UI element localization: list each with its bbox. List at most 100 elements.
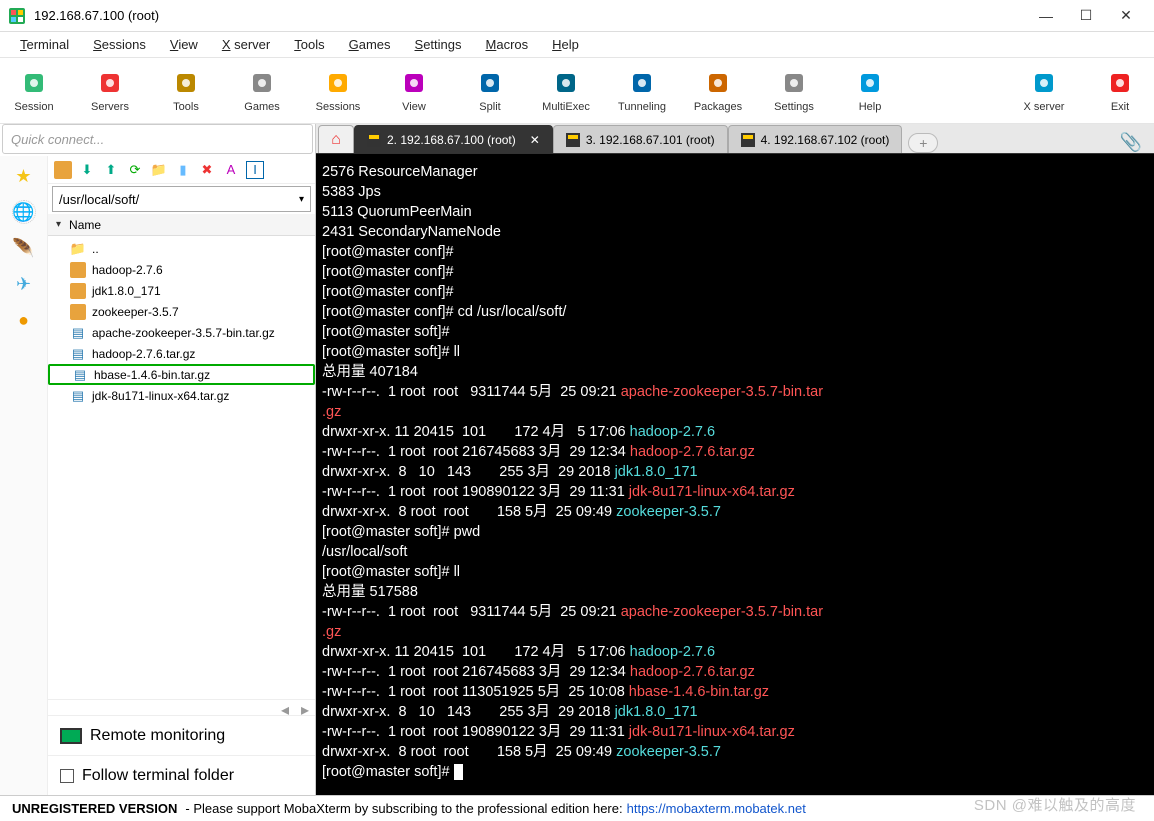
file-name: ..: [92, 242, 99, 256]
folder-icon: ▬: [70, 304, 86, 320]
globe-icon[interactable]: 🌐: [12, 200, 36, 224]
add-tab-button[interactable]: +: [908, 133, 938, 153]
collapse-arrow-icon: ▾: [56, 219, 61, 230]
terminal-text: jdk-8u171-linux-x64.tar.gz: [629, 484, 795, 500]
terminal-text: 总用量 407184: [322, 364, 418, 380]
delete-icon[interactable]: ✖: [198, 161, 216, 179]
menu-help[interactable]: Help: [540, 35, 591, 54]
servers-icon: [96, 69, 124, 97]
tool-settings[interactable]: Settings: [768, 69, 820, 113]
tool-view[interactable]: View: [388, 69, 440, 113]
terminal-text: [root@master soft]#: [322, 764, 454, 780]
info-icon[interactable]: A: [222, 161, 240, 179]
maximize-button[interactable]: ☐: [1066, 1, 1106, 31]
session-tabs: ⌂ 2. 192.168.67.100 (root) ✕ 3. 192.168.67.…: [316, 124, 1154, 154]
menu-view[interactable]: View: [158, 35, 210, 54]
terminal-text: 5383 Jps: [322, 184, 381, 200]
terminal-icon: [566, 133, 580, 147]
file-name: jdk-8u171-linux-x64.tar.gz: [92, 389, 229, 403]
tab-label: 2. 192.168.67.100 (root): [387, 133, 516, 147]
file-item[interactable]: ▤apache-zookeeper-3.5.7-bin.tar.gz: [48, 322, 315, 343]
menu-sessions[interactable]: Sessions: [81, 35, 158, 54]
disk-icon[interactable]: ●: [12, 308, 36, 332]
terminal-text: 总用量 517588: [322, 584, 418, 600]
menu-settings[interactable]: Settings: [403, 35, 474, 54]
copy-icon[interactable]: ▮: [174, 161, 192, 179]
menu-macros[interactable]: Macros: [474, 35, 541, 54]
upload-icon[interactable]: ⬆: [102, 161, 120, 179]
remote-monitoring-row[interactable]: Remote monitoring: [48, 715, 315, 755]
chevron-down-icon[interactable]: ▾: [299, 194, 304, 205]
file-name: hadoop-2.7.6: [92, 263, 163, 277]
scroll-left-icon[interactable]: ◂: [275, 700, 295, 715]
follow-terminal-row[interactable]: Follow terminal folder: [48, 755, 315, 795]
file-item[interactable]: ▬hadoop-2.7.6: [48, 259, 315, 280]
archive-icon: ▤: [72, 367, 88, 383]
sftp-icon[interactable]: 🪶: [12, 236, 36, 260]
file-name: apache-zookeeper-3.5.7-bin.tar.gz: [92, 326, 275, 340]
new-folder-icon[interactable]: 📁: [150, 161, 168, 179]
minimize-button[interactable]: —: [1026, 1, 1066, 31]
terminal-text: jdk1.8.0_171: [615, 464, 698, 480]
file-item[interactable]: ▬jdk1.8.0_171: [48, 280, 315, 301]
terminal-text: [root@master soft]# pwd: [322, 524, 480, 540]
tool-exit[interactable]: Exit: [1094, 69, 1146, 113]
menu-games[interactable]: Games: [337, 35, 403, 54]
terminal-text: -rw-r--r--. 1 root root 9311744 5月 25 09…: [322, 604, 621, 620]
send-icon[interactable]: ✈: [12, 272, 36, 296]
tool-tools[interactable]: Tools: [160, 69, 212, 113]
file-item[interactable]: ▤hadoop-2.7.6.tar.gz: [48, 343, 315, 364]
tab-close-icon[interactable]: ✕: [530, 133, 540, 147]
home-icon: ⌂: [331, 131, 341, 149]
star-icon[interactable]: ★: [12, 164, 36, 188]
tool-sessions[interactable]: Sessions: [312, 69, 364, 113]
tool-split[interactable]: Split: [464, 69, 516, 113]
menu-x-server[interactable]: X server: [210, 35, 282, 54]
paperclip-icon[interactable]: 📎: [1120, 132, 1142, 153]
multiexec-icon: [552, 69, 580, 97]
tool-servers[interactable]: Servers: [84, 69, 136, 113]
monitor-icon: [60, 728, 82, 744]
packages-icon: [704, 69, 732, 97]
tool-help[interactable]: Help: [844, 69, 896, 113]
status-text: - Please support MobaXterm by subscribin…: [185, 801, 622, 816]
terminal-text: -rw-r--r--. 1 root root 190890122 3月 29 …: [322, 484, 629, 500]
file-item[interactable]: ▤jdk-8u171-linux-x64.tar.gz: [48, 385, 315, 406]
tool-label: Games: [244, 101, 279, 113]
file-item[interactable]: ▤hbase-1.4.6-bin.tar.gz: [48, 364, 315, 385]
tool-tunneling[interactable]: Tunneling: [616, 69, 668, 113]
tool-label: Split: [479, 101, 500, 113]
refresh-icon[interactable]: ⟳: [126, 161, 144, 179]
terminal-icon: [741, 133, 755, 147]
folder-open-icon[interactable]: [54, 161, 72, 179]
download-icon[interactable]: ⬇: [78, 161, 96, 179]
menu-terminal[interactable]: Terminal: [8, 35, 81, 54]
status-link[interactable]: https://mobaxterm.mobatek.net: [627, 801, 806, 816]
tab-home[interactable]: ⌂: [318, 125, 354, 153]
tunneling-icon: [628, 69, 656, 97]
file-item[interactable]: ▬zookeeper-3.5.7: [48, 301, 315, 322]
file-list-header[interactable]: ▾ Name: [48, 214, 315, 236]
tool-label: Servers: [91, 101, 129, 113]
tab-session[interactable]: 4. 192.168.67.102 (root): [728, 125, 903, 153]
close-button[interactable]: ✕: [1106, 1, 1146, 31]
edit-icon[interactable]: I: [246, 161, 264, 179]
tool-games[interactable]: Games: [236, 69, 288, 113]
terminal-text: 2431 SecondaryNameNode: [322, 224, 501, 240]
tool-multiexec[interactable]: MultiExec: [540, 69, 592, 113]
tool-packages[interactable]: Packages: [692, 69, 744, 113]
quick-connect-input[interactable]: Quick connect...: [2, 124, 313, 154]
file-item[interactable]: 📁..: [48, 238, 315, 259]
scroll-right-icon[interactable]: ▸: [295, 700, 315, 715]
tool-session[interactable]: Session: [8, 69, 60, 113]
tab-session[interactable]: 2. 192.168.67.100 (root) ✕: [354, 125, 553, 153]
terminal-text: -rw-r--r--. 1 root root 9311744 5月 25 09…: [322, 384, 621, 400]
menu-tools[interactable]: Tools: [282, 35, 336, 54]
tab-session[interactable]: 3. 192.168.67.101 (root): [553, 125, 728, 153]
terminal[interactable]: 2576 ResourceManager5383 Jps5113 QuorumP…: [316, 154, 1154, 795]
tool-label: MultiExec: [542, 101, 590, 113]
path-input[interactable]: /usr/local/soft/ ▾: [52, 186, 311, 212]
checkbox-icon[interactable]: [60, 769, 74, 783]
right-panel: ⌂ 2. 192.168.67.100 (root) ✕ 3. 192.168.67.…: [316, 124, 1154, 795]
tool-x server[interactable]: X server: [1018, 69, 1070, 113]
